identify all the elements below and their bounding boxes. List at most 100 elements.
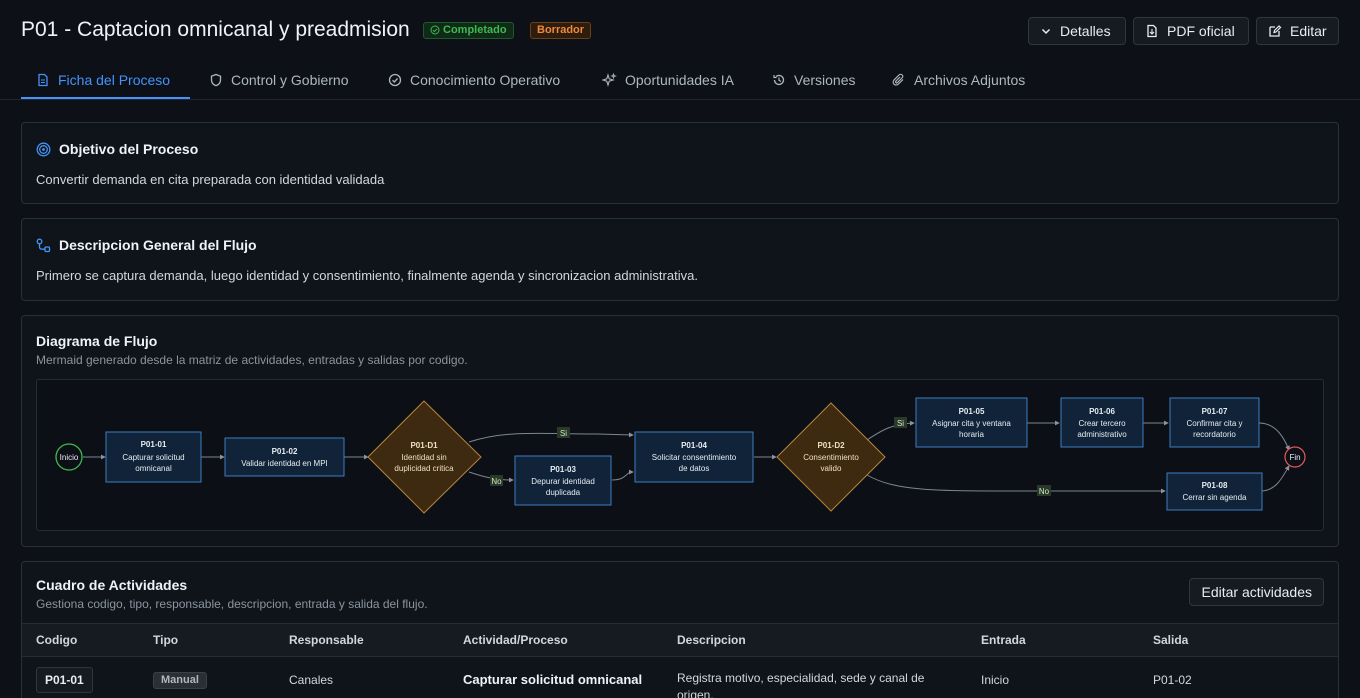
flow-node-p01-08: P01-08 Cerrar sin agenda xyxy=(1166,472,1263,511)
activity-output: P01-02 xyxy=(1153,673,1192,687)
target-icon xyxy=(36,142,51,156)
edge-label-no-1: No xyxy=(490,475,503,486)
svg-text:Fin: Fin xyxy=(1289,453,1300,462)
page-header: P01 - Captacion omnicanal y preadmision … xyxy=(0,0,1360,60)
svg-text:valido: valido xyxy=(821,464,842,473)
history-icon xyxy=(773,74,785,86)
page-title: P01 - Captacion omnicanal y preadmision xyxy=(21,18,410,41)
activity-owner: Canales xyxy=(289,673,334,687)
flow-node-p01-03: P01-03 Depurar identidad duplicada xyxy=(514,455,612,506)
tab-ficha-proceso[interactable]: Ficha del Proceso xyxy=(36,60,170,100)
svg-text:P01-D2: P01-D2 xyxy=(817,441,845,450)
tab-control-gobierno[interactable]: Control y Gobierno xyxy=(209,60,349,100)
svg-text:P01-05: P01-05 xyxy=(959,407,985,416)
svg-text:de datos: de datos xyxy=(679,464,710,473)
draft-badge: Borrador xyxy=(530,22,592,39)
flow-start-node: Inicio xyxy=(55,443,83,471)
svg-text:Confirmar cita y: Confirmar cita y xyxy=(1186,419,1242,428)
svg-text:P01-06: P01-06 xyxy=(1089,407,1115,416)
svg-text:P01-04: P01-04 xyxy=(681,441,707,450)
tab-conocimiento-operativo[interactable]: Conocimiento Operativo xyxy=(388,60,560,100)
check-circle-icon xyxy=(388,73,402,87)
flow-decision-p01-d1: P01-D1 Identidad sin duplicidad critica xyxy=(367,400,482,514)
svg-text:Solicitar consentimiento: Solicitar consentimiento xyxy=(652,453,737,462)
svg-text:recordatorio: recordatorio xyxy=(1193,430,1236,439)
activity-name: Capturar solicitud omnicanal xyxy=(463,672,643,687)
edge-n3-n4 xyxy=(611,469,634,481)
col-input[interactable]: Entrada xyxy=(981,633,1026,647)
diagram-subtitle: Mermaid generado desde la matriz de acti… xyxy=(36,353,468,367)
activities-subtitle: Gestiona codigo, tipo, responsable, desc… xyxy=(36,597,428,611)
svg-text:P01-08: P01-08 xyxy=(1202,481,1228,490)
tab-archivos-adjuntos[interactable]: Archivos Adjuntos xyxy=(892,60,1025,100)
col-owner[interactable]: Responsable xyxy=(289,633,364,647)
flow-icon xyxy=(36,238,51,252)
svg-text:P01-07: P01-07 xyxy=(1202,407,1228,416)
svg-text:Depurar identidad: Depurar identidad xyxy=(531,477,595,486)
diagram-title: Diagrama de Flujo xyxy=(36,333,158,349)
svg-text:No: No xyxy=(1039,487,1050,496)
edge-label-yes-1: Si xyxy=(557,427,570,438)
activity-input: Inicio xyxy=(981,673,1010,687)
activity-code: P01-01 xyxy=(36,667,93,693)
svg-text:duplicada: duplicada xyxy=(546,488,581,497)
svg-text:P01-D1: P01-D1 xyxy=(410,441,438,450)
svg-text:horaria: horaria xyxy=(959,430,984,439)
svg-text:Crear tercero: Crear tercero xyxy=(1078,419,1126,428)
table-row[interactable]: P01-01 Manual Canales Capturar solicitud… xyxy=(22,657,1338,698)
flow-node-p01-06: P01-06 Crear tercero administrativo xyxy=(1060,397,1144,448)
description-text: Primero se captura demanda, luego identi… xyxy=(36,268,698,283)
pdf-button[interactable]: PDF oficial xyxy=(1133,17,1249,45)
tab-oportunidades-ia[interactable]: Oportunidades IA xyxy=(602,60,734,100)
col-output[interactable]: Salida xyxy=(1153,633,1188,647)
col-description[interactable]: Descripcion xyxy=(677,633,746,647)
svg-text:administrativo: administrativo xyxy=(1077,430,1127,439)
objective-title: Objetivo del Proceso xyxy=(36,141,198,157)
flow-node-p01-05: P01-05 Asignar cita y ventana horaria xyxy=(915,397,1028,448)
sparkles-icon xyxy=(602,72,617,87)
col-type[interactable]: Tipo xyxy=(153,633,178,647)
edge-d2-n8-no xyxy=(866,474,1166,494)
flow-node-p01-07: P01-07 Confirmar cita y recordatorio xyxy=(1169,397,1260,448)
objective-card: Objetivo del Proceso Convertir demanda e… xyxy=(21,122,1339,204)
active-tab-indicator xyxy=(21,97,190,99)
details-button[interactable]: Detalles xyxy=(1028,17,1126,45)
flow-decision-p01-d2: P01-D2 Consentimiento valido xyxy=(776,402,886,512)
check-circle-icon xyxy=(430,25,440,35)
svg-text:No: No xyxy=(491,477,502,486)
objective-text: Convertir demanda en cita preparada con … xyxy=(36,172,385,187)
file-icon xyxy=(1147,24,1157,38)
flow-diagram-canvas: Si No Si No Inicio P01-01 Capturar solic… xyxy=(55,397,1306,514)
flow-diagram: Si No Si No Inicio P01-01 Capturar solic… xyxy=(36,379,1324,531)
edge-label-no-2: No xyxy=(1037,485,1051,496)
edge-n8-end xyxy=(1261,465,1290,492)
flow-node-p01-01: P01-01 Capturar solicitud omnicanal xyxy=(105,431,202,483)
edge-d1-n4-yes xyxy=(468,432,634,443)
tab-versiones[interactable]: Versiones xyxy=(772,60,855,100)
pencil-icon xyxy=(1269,25,1282,37)
edit-activities-button[interactable]: Editar actividades xyxy=(1189,578,1324,606)
activity-type-badge: Manual xyxy=(153,672,207,689)
svg-text:P01-02: P01-02 xyxy=(272,447,298,456)
edge-n7-end xyxy=(1258,422,1290,451)
svg-text:Si: Si xyxy=(560,429,567,438)
svg-text:P01-03: P01-03 xyxy=(550,465,576,474)
tab-bar: Ficha del Proceso Control y Gobierno Con… xyxy=(0,60,1360,100)
document-icon xyxy=(38,73,48,87)
svg-text:Asignar cita y ventana: Asignar cita y ventana xyxy=(932,419,1011,428)
activities-table-header: Codigo Tipo Responsable Actividad/Proces… xyxy=(22,623,1338,657)
status-badge: Completado xyxy=(423,22,514,39)
svg-text:Si: Si xyxy=(897,419,904,428)
svg-text:omnicanal: omnicanal xyxy=(135,464,172,473)
edit-button[interactable]: Editar xyxy=(1256,17,1339,45)
col-activity[interactable]: Actividad/Proceso xyxy=(463,633,568,647)
col-code[interactable]: Codigo xyxy=(36,633,77,647)
chevron-down-icon xyxy=(1041,28,1051,35)
svg-text:Cerrar sin agenda: Cerrar sin agenda xyxy=(1182,493,1247,502)
svg-text:Consentimiento: Consentimiento xyxy=(803,453,859,462)
description-card: Descripcion General del Flujo Primero se… xyxy=(21,218,1339,301)
flow-node-p01-04: P01-04 Solicitar consentimiento de datos xyxy=(634,431,754,483)
activities-card: Cuadro de Actividades Gestiona codigo, t… xyxy=(21,561,1339,698)
svg-text:Capturar solicitud: Capturar solicitud xyxy=(122,453,184,462)
diagram-card: Diagrama de Flujo Mermaid generado desde… xyxy=(21,315,1339,547)
